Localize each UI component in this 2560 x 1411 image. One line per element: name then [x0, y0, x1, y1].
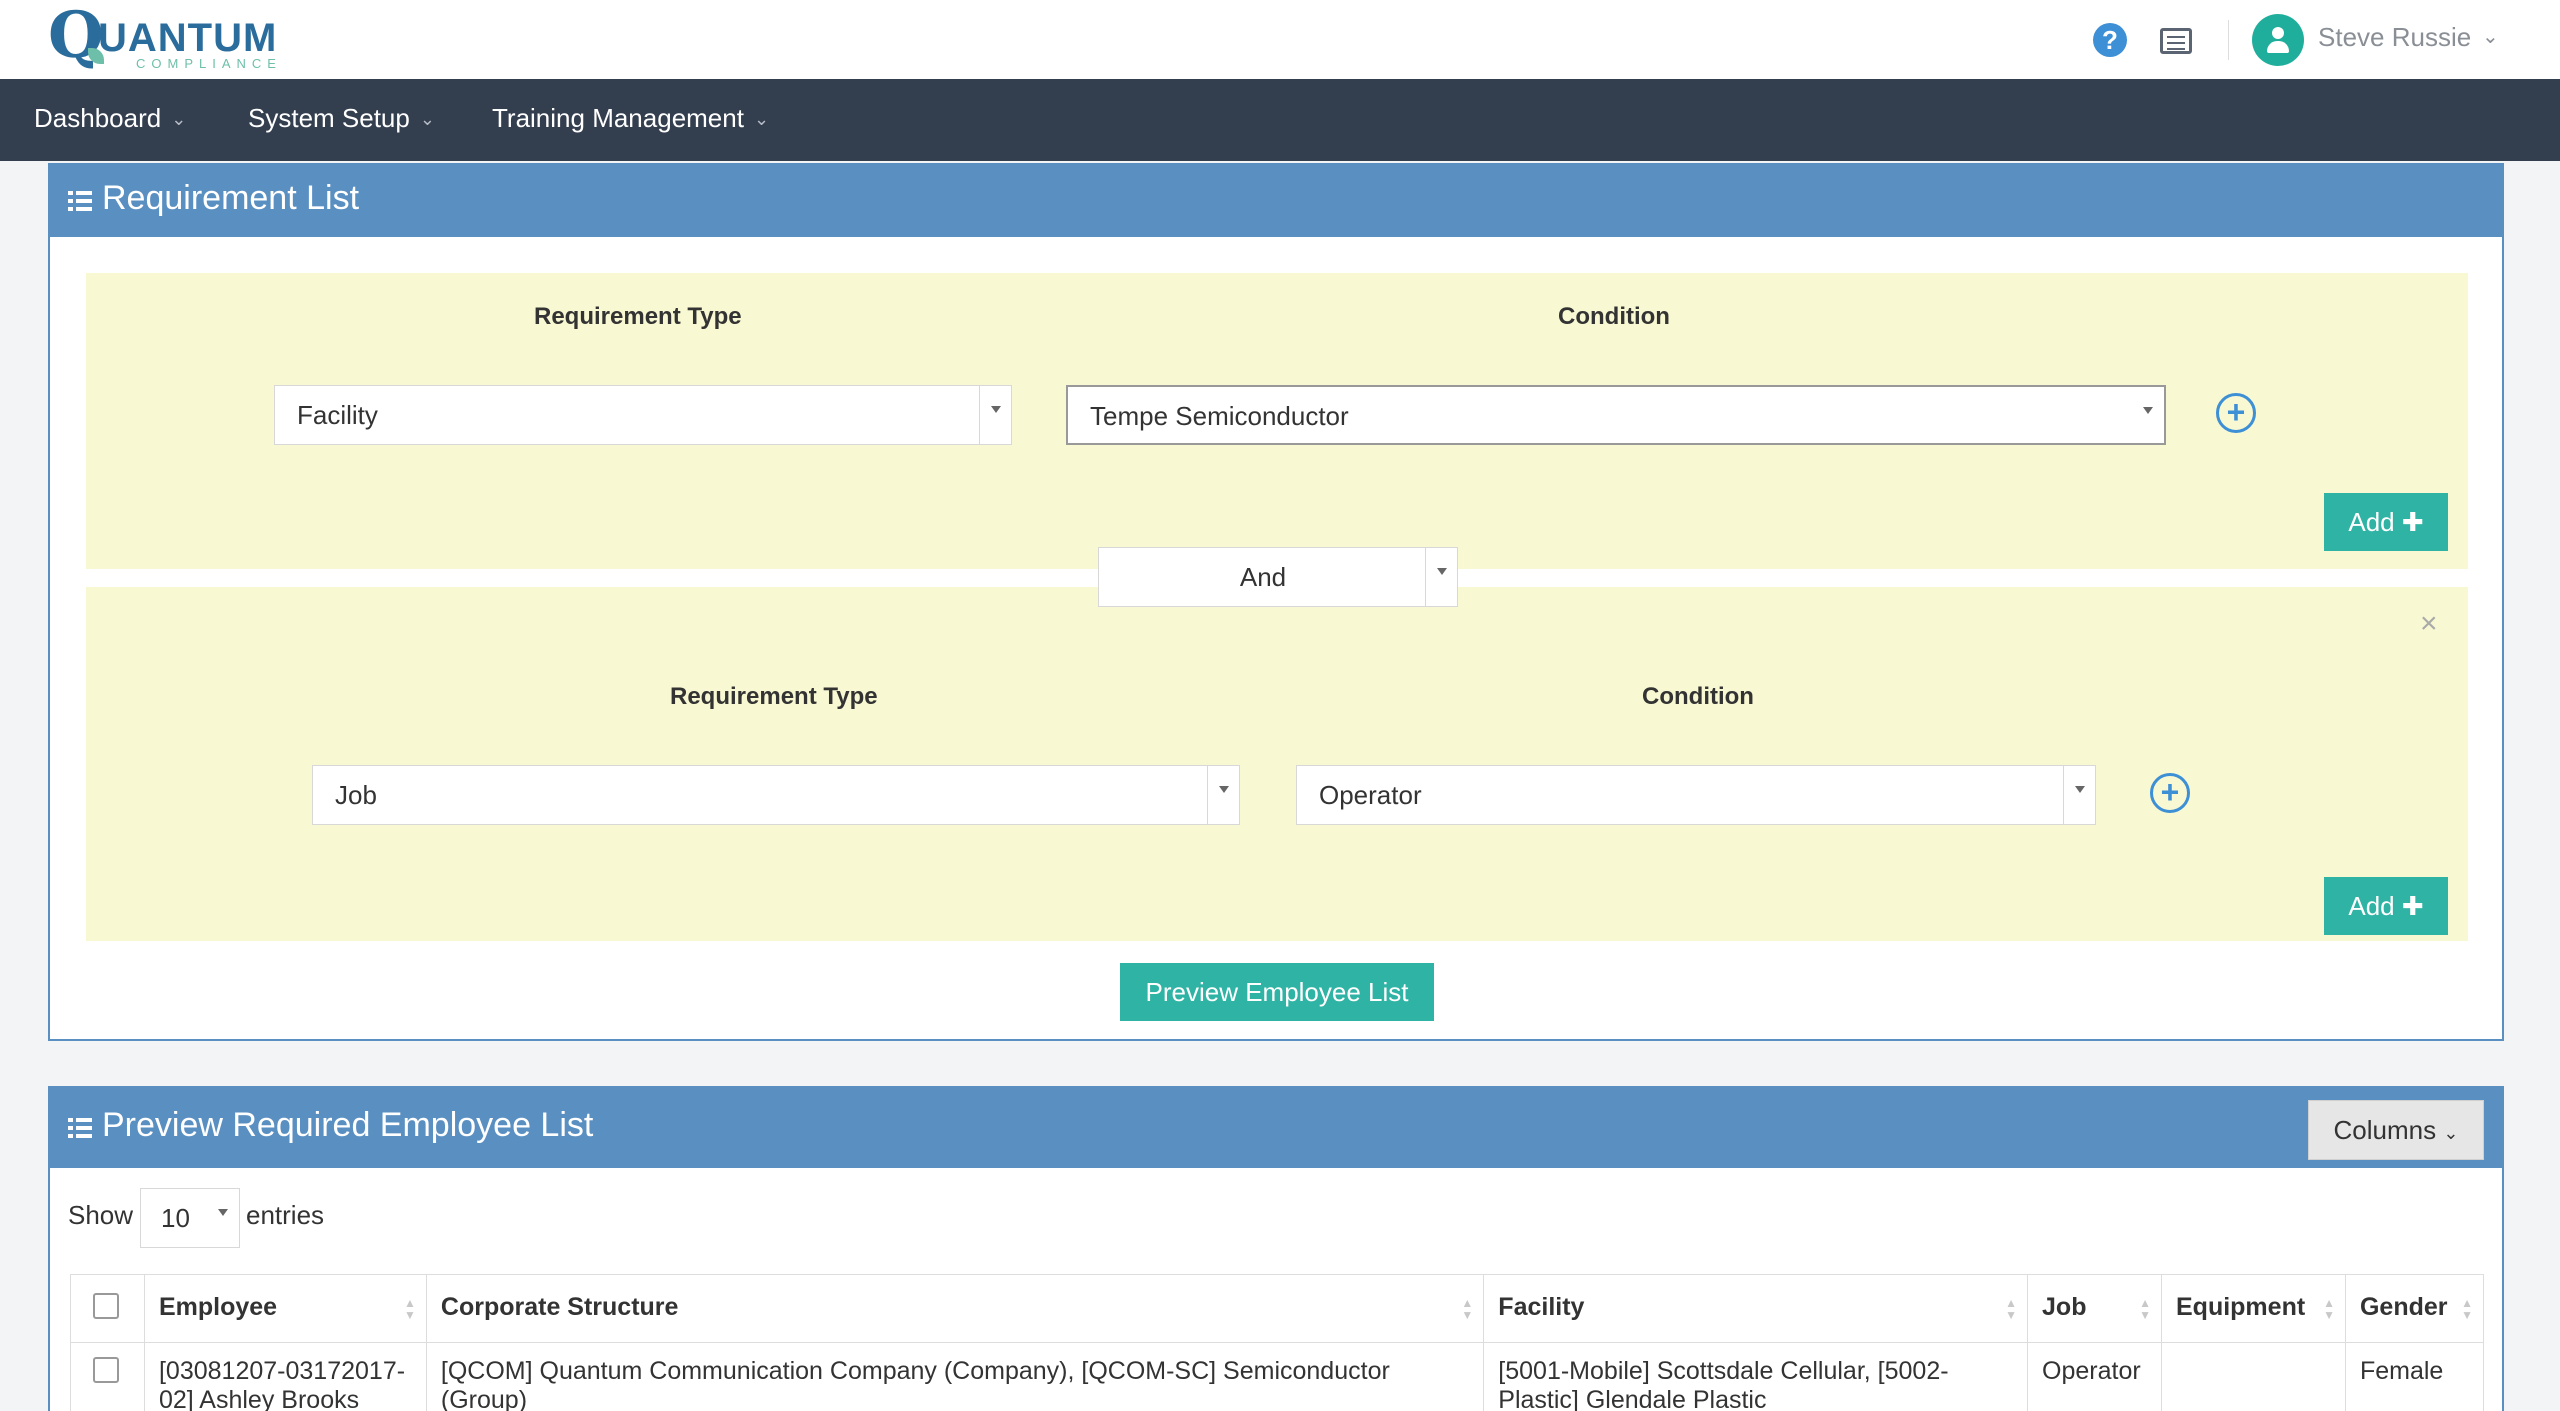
logic-operator-select[interactable]: And	[1098, 547, 1458, 607]
condition-select[interactable]: Operator	[1296, 765, 2096, 825]
column-header-job[interactable]: Job ▲ ▼	[2027, 1274, 2162, 1343]
logo-subtext: COMPLIANCE	[136, 56, 282, 71]
dropdown-arrow-icon	[1207, 766, 1239, 824]
column-header-label: Employee	[158, 1293, 278, 1321]
user-avatar[interactable]	[2252, 14, 2304, 66]
employee-list-panel: Preview Required Employee List Columns ⌄…	[48, 1086, 2504, 1411]
main-nav: Dashboard ⌄ System Setup ⌄ Training Manage…	[0, 79, 2560, 161]
add-condition-icon[interactable]: +	[2150, 773, 2190, 813]
select-value: Job	[335, 780, 377, 810]
top-bar: Q UANTUM COMPLIANCE ? Steve Russie ⌄	[0, 0, 2560, 79]
dropdown-arrow-icon	[1425, 548, 1457, 606]
user-icon	[2272, 27, 2284, 39]
columns-button[interactable]: Columns ⌄	[2308, 1100, 2484, 1160]
nav-item-dashboard[interactable]: Dashboard ⌄	[34, 103, 186, 134]
show-label: Show	[68, 1200, 134, 1230]
user-icon-body	[2267, 41, 2289, 53]
sort-icon: ▲ ▼	[2005, 1296, 2018, 1322]
sort-icon: ▲ ▼	[1461, 1296, 1474, 1322]
requirement-type-label: Requirement Type	[534, 303, 742, 330]
cell-equipment	[2161, 1342, 2346, 1411]
column-header-equipment[interactable]: Equipment ▲ ▼	[2161, 1274, 2346, 1343]
cell-employee: [03081207-03172017-02] Ashley Brooks	[143, 1342, 427, 1411]
column-header-corporate-structure[interactable]: Corporate Structure ▲ ▼	[425, 1274, 1485, 1343]
requirement-group-2: × Requirement Type Condition Job Operato…	[86, 587, 2468, 941]
requirement-group-1: Requirement Type Condition Facility Temp…	[86, 273, 2468, 569]
add-condition-icon[interactable]: +	[2216, 393, 2256, 433]
chevron-down-icon: ⌄	[2443, 1123, 2459, 1143]
quantum-compliance-logo[interactable]: Q UANTUM COMPLIANCE	[44, 4, 284, 72]
chevron-down-icon[interactable]: ⌄	[2482, 24, 2499, 49]
table-header-row: Employee ▲ ▼ Corporate Structure ▲ ▼ Facilit…	[70, 1274, 2485, 1343]
column-header-label: Corporate Structure	[440, 1293, 679, 1321]
column-header-label: Job	[2042, 1293, 2087, 1321]
table-row[interactable]: [03081207-03172017-02] Ashley Brooks [QC…	[70, 1342, 2485, 1411]
condition-select[interactable]: Tempe Semiconductor	[1066, 385, 2166, 445]
cell-job: Operator	[2027, 1342, 2162, 1411]
select-value: Operator	[1319, 780, 1422, 810]
chevron-down-icon: ⌄	[419, 109, 435, 129]
cell-corporate-structure: [QCOM] Quantum Communication Company (Co…	[425, 1342, 1485, 1411]
cell-facility: [5001-Mobile] Scottsdale Cellular, [5002…	[1483, 1342, 2029, 1411]
column-header-gender[interactable]: Gender ▲ ▼	[2344, 1274, 2485, 1343]
requirement-type-label: Requirement Type	[670, 683, 878, 710]
help-icon[interactable]: ?	[2093, 23, 2127, 57]
dropdown-arrow-icon	[2132, 387, 2164, 445]
requirement-list-panel: Requirement List Requirement Type Condit…	[48, 163, 2504, 1041]
entries-per-page-select[interactable]: 10	[140, 1188, 240, 1248]
requirement-type-select[interactable]: Facility	[274, 385, 1012, 445]
close-icon[interactable]: ×	[2420, 607, 2438, 641]
dropdown-arrow-icon	[979, 386, 1011, 444]
sort-icon: ▲ ▼	[2139, 1296, 2151, 1322]
divider	[2228, 20, 2229, 60]
logo-text: UANTUM	[98, 16, 278, 60]
cell-gender: Female	[2344, 1342, 2485, 1411]
user-name[interactable]: Steve Russie	[2318, 22, 2471, 53]
nav-item-label: Dashboard	[34, 103, 162, 133]
columns-button-label: Columns	[2333, 1115, 2437, 1145]
select-value: Tempe Semiconductor	[1090, 401, 1349, 431]
column-header-label: Gender	[2359, 1293, 2448, 1321]
chevron-down-icon: ⌄	[753, 109, 770, 129]
list-icon	[68, 1118, 92, 1138]
employee-table: Employee ▲ ▼ Corporate Structure ▲ ▼ Facilit…	[70, 1274, 2485, 1411]
sort-icon: ▲ ▼	[2461, 1296, 2473, 1322]
sort-icon: ▲ ▼	[404, 1296, 416, 1322]
column-header-label: Facility	[1498, 1293, 1585, 1321]
panel-title: Preview Required Employee List	[102, 1106, 594, 1144]
dropdown-arrow-icon	[2063, 766, 2095, 824]
condition-label: Condition	[1558, 303, 1670, 330]
entries-label: entries	[246, 1200, 325, 1230]
add-button[interactable]: Add ✚	[2324, 493, 2448, 551]
row-checkbox-cell	[70, 1342, 145, 1411]
nav-item-system-setup[interactable]: System Setup ⌄	[248, 103, 435, 134]
select-all-checkbox[interactable]	[93, 1293, 119, 1319]
requirement-type-select[interactable]: Job	[312, 765, 1240, 825]
select-all-checkbox-cell	[70, 1274, 145, 1343]
select-value: 10	[161, 1203, 190, 1233]
nav-item-label: System Setup	[248, 103, 410, 133]
select-value: Facility	[297, 400, 378, 430]
panel-header: Requirement List	[50, 165, 2502, 237]
row-checkbox[interactable]	[93, 1357, 119, 1383]
column-header-employee[interactable]: Employee ▲ ▼	[143, 1274, 427, 1343]
select-value: And	[1239, 562, 1287, 592]
preview-employee-list-button[interactable]: Preview Employee List	[1120, 963, 1434, 1021]
nav-item-label: Training Management	[492, 103, 744, 133]
sort-icon: ▲ ▼	[2323, 1296, 2335, 1322]
column-header-facility[interactable]: Facility ▲ ▼	[1483, 1274, 2029, 1343]
panel-header: Preview Required Employee List Columns ⌄	[50, 1088, 2502, 1168]
panel-title: Requirement List	[102, 179, 360, 217]
add-button[interactable]: Add ✚	[2324, 877, 2448, 935]
condition-label: Condition	[1642, 683, 1754, 710]
list-icon	[68, 191, 92, 211]
column-header-label: Equipment	[2176, 1293, 2306, 1321]
chevron-down-icon: ⌄	[171, 109, 187, 129]
nav-item-training-management[interactable]: Training Management ⌄	[492, 103, 769, 134]
messages-icon[interactable]	[2160, 28, 2192, 54]
dropdown-arrow-icon	[207, 1189, 239, 1247]
